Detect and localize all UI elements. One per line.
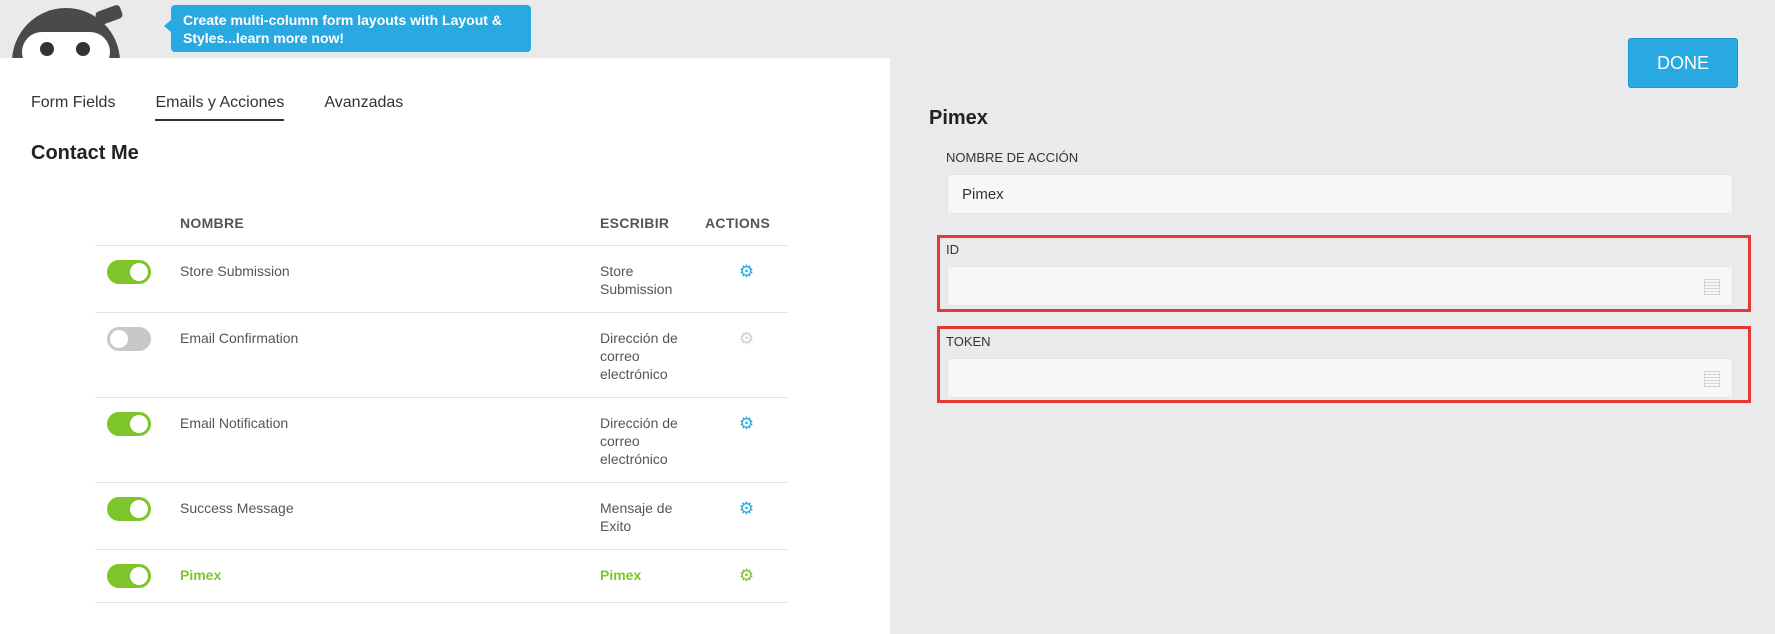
action-detail-title: Pimex <box>929 107 988 129</box>
tab-form-fields[interactable]: Form Fields <box>31 94 115 121</box>
name-header: NOMBRE <box>180 201 600 246</box>
actions-table: NOMBRE ESCRIBIR ACTIONS Store Submission… <box>95 201 788 603</box>
id-label: ID <box>946 242 959 257</box>
promo-banner[interactable]: Create multi-column form layouts with La… <box>164 5 531 52</box>
action-write: Dirección de correo electrónico <box>600 397 705 483</box>
table-row: Email Notification Dirección de correo e… <box>95 397 788 483</box>
token-field[interactable] <box>947 358 1733 398</box>
tab-emails-acciones[interactable]: Emails y Acciones <box>155 94 285 121</box>
action-name-label: NOMBRE DE ACCIÓN <box>946 150 1079 165</box>
enable-toggle[interactable] <box>107 326 151 351</box>
action-write: Pimex <box>600 549 705 603</box>
action-name: Pimex <box>180 549 600 603</box>
done-button[interactable]: DONE <box>1628 38 1738 88</box>
table-header-row: NOMBRE ESCRIBIR ACTIONS <box>95 201 788 246</box>
write-header: ESCRIBIR <box>600 201 705 246</box>
action-name: Email Confirmation <box>180 312 600 398</box>
id-field[interactable] <box>947 266 1733 306</box>
enable-toggle[interactable] <box>107 411 151 436</box>
tab-bar: Form Fields Emails y Acciones Avanzadas <box>31 94 403 121</box>
tab-avanzadas[interactable]: Avanzadas <box>324 94 403 121</box>
enable-toggle[interactable] <box>107 259 151 284</box>
gear-icon[interactable]: ⚙ <box>739 414 754 433</box>
action-name: Store Submission <box>180 245 600 313</box>
merge-tags-icon[interactable] <box>1704 279 1720 295</box>
action-name-field[interactable]: Pimex <box>947 174 1733 214</box>
table-row: Success Message Mensaje de Exito ⚙ <box>95 482 788 550</box>
gear-icon[interactable]: ⚙ <box>739 566 754 585</box>
form-title: Contact Me <box>31 142 139 164</box>
enable-toggle[interactable] <box>107 496 151 521</box>
action-write: Dirección de correo electrónico <box>600 312 705 398</box>
action-name: Email Notification <box>180 397 600 483</box>
action-name-value: Pimex <box>962 185 1004 203</box>
gear-icon[interactable]: ⚙ <box>739 329 754 348</box>
table-row: Pimex Pimex ⚙ <box>95 549 788 603</box>
actions-header: ACTIONS <box>705 201 788 246</box>
enable-toggle[interactable] <box>107 563 151 588</box>
action-name: Success Message <box>180 482 600 550</box>
builder-panel: Form Fields Emails y Acciones Avanzadas … <box>0 58 890 634</box>
table-row: Email Confirmation Dirección de correo e… <box>95 312 788 398</box>
gear-icon[interactable]: ⚙ <box>739 499 754 518</box>
ninja-forms-logo <box>0 0 130 58</box>
action-write: Store Submission <box>600 245 705 313</box>
toggle-header <box>95 201 180 246</box>
merge-tags-icon[interactable] <box>1704 371 1720 387</box>
token-label: TOKEN <box>946 334 991 349</box>
table-row: Store Submission Store Submission ⚙ <box>95 245 788 313</box>
gear-icon[interactable]: ⚙ <box>739 262 754 281</box>
action-write: Mensaje de Exito <box>600 482 705 550</box>
